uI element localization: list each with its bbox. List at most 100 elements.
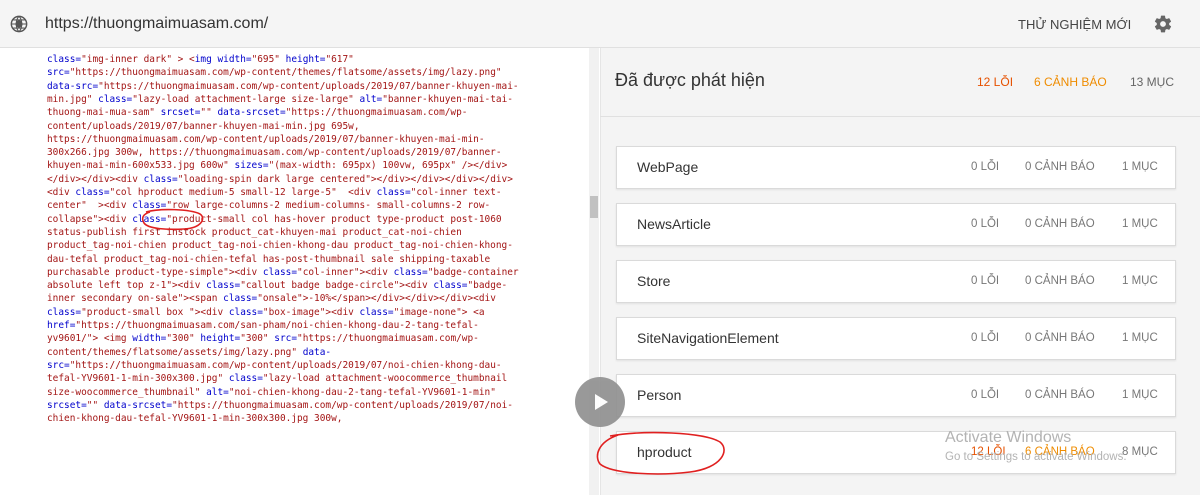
code-text: "300" [240,333,275,345]
code-text: chien-khong-dau-tefal-YV9601-1-min-300x3… [47,413,343,425]
code-text: "image-none"> <a [393,306,485,318]
code-text: "product-small col has-hover product typ… [166,213,502,225]
total-errors[interactable]: 12 LỖI [977,75,1013,89]
code-text: khuyen-mai-min-600x533.jpg 600w" [47,160,235,172]
code-text: "https://thuongmaimuasam.com/wp-content/… [69,67,502,79]
code-keyword: alt= [359,93,383,105]
total-warnings[interactable]: 6 CẢNH BÁO [1034,75,1107,89]
code-text: min.jpg" [47,93,99,105]
code-line: src="https://thuongmaimuasam.com/wp-cont… [47,66,502,79]
code-text: "product-small box "><div [81,306,229,318]
top-bar: https://thuongmaimuasam.com/ THỬ NGHIỆM … [0,0,1200,48]
code-text: "box-image"><div [262,306,360,318]
schema-type-name: WebPage [637,159,699,175]
code-keyword: class= [433,280,468,292]
code-keyword: class= [262,266,298,278]
schema-items: 1 MỤC [1122,161,1158,173]
code-text: "https://thuongmaimuasam.com/wp-content/… [69,359,502,371]
code-keyword: srcset= [160,107,201,119]
code-text: "col-inner text- [410,187,502,198]
code-scrollbar[interactable] [589,48,599,495]
code-line: class="img-inner dark" > <img width="695… [47,53,354,66]
code-text: "https://thuongmaimuasam.com/wp-content/… [172,399,513,411]
url-text[interactable]: https://thuongmaimuasam.com/ [45,15,268,33]
code-line: data-src="https://thuongmaimuasam.com/wp… [47,80,519,93]
schema-type-name: Store [637,273,671,289]
code-text: thuong-mai-mua-sam" [47,107,161,119]
code-keyword: sizes= [234,160,269,172]
code-line: content/themes/flatsome/assets/img/lazy.… [47,346,331,359]
schema-type-name: SiteNavigationElement [637,330,779,346]
code-keyword: src= [47,359,70,371]
code-text: "" [200,107,218,119]
code-text: "banner-khuyen-mai-tai- [382,93,513,105]
code-text: "onsale">-10%</span></div></div></div><d… [257,293,496,305]
code-keyword: class= [223,293,258,305]
code-keyword: data- [302,346,332,358]
schema-items: 1 MỤC [1122,218,1158,230]
code-keyword: class= [359,306,394,318]
schema-warnings: 0 CẢNH BÁO [1025,161,1095,173]
schema-items: 1 MỤC [1122,332,1158,344]
new-test-button[interactable]: THỬ NGHIỆM MỚI [1018,17,1131,32]
code-line: class="product-small box "><div class="b… [47,306,485,319]
code-text: https://thuongmaimuasam.com/wp-content/u… [47,133,485,145]
code-keyword: data-src= [47,80,99,92]
total-items: 13 MỤC [1130,75,1175,89]
code-scroll-thumb[interactable] [590,196,598,218]
code-line: status-publish first instock product_cat… [47,226,462,239]
code-text: content/themes/flatsome/assets/img/lazy.… [47,346,303,358]
play-button[interactable] [575,377,625,427]
code-text: dau-tefal product_tag-noi-chien-tefal ha… [47,253,491,265]
code-line: 300x266.jpg 300w, https://thuongmaimuasa… [47,146,502,159]
schema-errors: 0 LỖI [971,161,1000,173]
code-keyword: alt= [206,386,229,398]
code-text: "300" [166,333,201,345]
code-keyword: class= [206,280,241,292]
code-keyword: img [194,54,218,65]
code-text: collapse"><div [47,213,133,225]
source-code-panel[interactable]: class="img-inner dark" > <img width="695… [40,48,589,495]
code-line: <div class="col hproduct medium-5 small-… [47,186,502,199]
code-text: "https://thuongmaimuasam.com/wp- [285,107,468,119]
code-line: https://thuongmaimuasam.com/wp-content/u… [47,133,485,146]
code-keyword: class= [98,93,133,105]
schema-card-person[interactable]: Person 0 LỖI 0 CẢNH BÁO 1 MỤC [616,374,1176,417]
code-text: <div [47,187,76,198]
code-keyword: class= [75,187,110,198]
play-icon [595,394,608,410]
schema-card-store[interactable]: Store 0 LỖI 0 CẢNH BÁO 1 MỤC [616,260,1176,303]
schema-card-newsarticle[interactable]: NewsArticle 0 LỖI 0 CẢNH BÁO 1 MỤC [616,203,1176,246]
code-keyword: class= [376,187,411,198]
code-keyword: height= [285,54,326,65]
code-text: "https://thuongmaimuasam.com/wp- [297,333,479,345]
globe-icon [10,15,28,33]
code-line: yv9601/"> <img width="300" height="300" … [47,332,479,345]
code-text: center" ><div [47,200,133,212]
code-text: inner secondary on-sale"><span [47,293,224,305]
schema-type-name: Person [637,387,682,403]
code-line: center" ><div class="row large-columns-2… [47,199,490,212]
schema-items: 8 MỤC [1122,446,1158,458]
code-line: thuong-mai-mua-sam" srcset="" data-srcse… [47,106,467,119]
code-text: "badge-container [427,266,519,278]
code-text: content/uploads/2019/07/banner-khuyen-ma… [47,120,360,132]
code-text: "lazy-load attachment-large size-large" [132,93,360,105]
code-line: product_tag-noi-chien product_tag-noi-ch… [47,239,513,252]
schema-card-webpage[interactable]: WebPage 0 LỖI 0 CẢNH BÁO 1 MỤC [616,146,1176,189]
code-line: content/uploads/2019/07/banner-khuyen-ma… [47,120,360,133]
code-text: "(max-width: 695px) 100vw, 695px" /></di… [268,160,508,172]
code-text: product_tag-noi-chien product_tag-noi-ch… [47,240,513,252]
code-text: size-woocommerce_thumbnail" [47,386,207,398]
schema-card-sitenavigationelement[interactable]: SiteNavigationElement 0 LỖI 0 CẢNH BÁO 1 MỤ… [616,317,1176,360]
code-line: srcset="" data-srcset="https://thuongmai… [47,399,513,412]
code-line: src="https://thuongmaimuasam.com/wp-cont… [47,359,502,372]
schema-warnings: 0 CẢNH BÁO [1025,332,1095,344]
code-keyword: src= [274,333,298,345]
schema-errors: 0 LỖI [971,275,1000,287]
code-text: "badge- [467,280,508,292]
gear-icon[interactable] [1153,14,1173,34]
code-text: purchasable product-type-simple"><div [47,266,263,278]
code-text: status-publish first instock product_cat… [47,226,462,238]
code-keyword: data-srcset= [217,107,286,119]
